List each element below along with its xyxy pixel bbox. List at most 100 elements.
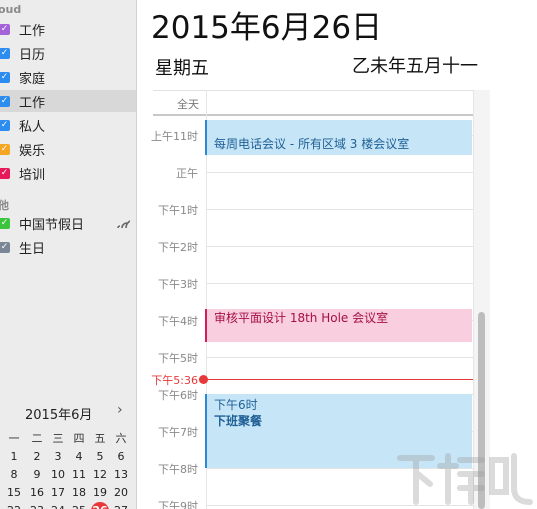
weekday-header: 二 — [31, 432, 43, 445]
current-time-dot — [199, 374, 208, 384]
mini-calendar-week: 8 9 10 11 12 13 — [0, 466, 136, 484]
weekday-header: 一 — [8, 432, 20, 445]
hour-line — [207, 208, 489, 210]
weekday-label: 星期五 — [155, 58, 209, 79]
hour-label: 下午5时 — [158, 351, 198, 365]
sidebar: oud ✓ 工作 ✓ 日历 ✓ 家庭 ✓ 工作 ✓ 私人 ✓ 娱乐 ✓ 培训 他 ✓ 中国节假日 ✓ 生日 20… — [0, 0, 137, 509]
mini-calendar-day[interactable]: 24 — [48, 502, 68, 509]
calendar-item-label: 工作 — [19, 23, 46, 39]
mini-calendar-day[interactable]: 16 — [27, 484, 47, 502]
hour-label: 下午1时 — [158, 203, 198, 217]
calendar-item-label: 生日 — [19, 241, 46, 257]
mini-calendar-day[interactable]: 19 — [90, 484, 110, 502]
mini-calendar-week: 15 16 17 18 19 20 — [0, 484, 136, 502]
checkbox[interactable]: ✓ — [0, 167, 10, 179]
hour-label: 正午 — [176, 166, 198, 180]
mini-calendar-day[interactable]: 27 — [111, 502, 131, 509]
checkbox[interactable]: ✓ — [0, 241, 10, 253]
mini-calendar-day[interactable]: 11 — [69, 466, 89, 484]
hour-label: 下午9时 — [158, 499, 198, 509]
checkbox[interactable]: ✓ — [0, 95, 10, 107]
hour-line — [207, 245, 489, 247]
date-title: 2015年6月26日 — [151, 10, 383, 46]
mini-calendar-day[interactable]: 12 — [90, 466, 110, 484]
calendar-item-label: 娱乐 — [19, 143, 46, 159]
calendar-item-label: 家庭 — [19, 71, 46, 87]
mini-calendar-day[interactable]: 8 — [4, 466, 24, 484]
all-day-label: 全天 — [177, 98, 199, 111]
mini-calendar-day[interactable]: 5 — [90, 448, 110, 466]
mini-calendar-week: 2223242526 27 — [0, 502, 136, 509]
checkbox[interactable]: ✓ — [0, 119, 10, 131]
mini-calendar-day[interactable]: 22 — [4, 502, 24, 509]
current-time-label: 下午5:36 — [151, 373, 198, 387]
weekday-header: 四 — [73, 432, 85, 445]
checkbox[interactable]: ✓ — [0, 217, 10, 229]
mini-calendar-day[interactable]: 13 — [111, 466, 131, 484]
calendar-item[interactable]: ✓ 私人 — [0, 114, 136, 136]
mini-calendar-day[interactable]: 9 — [27, 466, 47, 484]
mini-calendar-day[interactable]: 23 — [27, 502, 47, 509]
day-number: 26 — [92, 504, 107, 509]
hour-line — [207, 171, 489, 173]
mini-calendar-day[interactable]: 6 — [111, 448, 131, 466]
hour-label: 下午7时 — [158, 425, 198, 439]
checkbox[interactable]: ✓ — [0, 71, 10, 83]
group-header-other: 他 — [0, 197, 9, 213]
group-header-icloud: oud — [0, 3, 22, 16]
lunar-date: 乙未年五月十一 — [352, 56, 478, 77]
calendar-event[interactable]: 每周电话会议 - 所有区域 3 楼会议室 — [205, 119, 472, 155]
event-title: 审核平面设计 18th Hole 会议室 — [214, 311, 389, 326]
event-title: 下班聚餐 — [214, 413, 263, 428]
calendar-item[interactable]: ✓ 娱乐 — [0, 138, 136, 160]
hour-label: 下午4时 — [158, 314, 198, 328]
mini-calendar-day[interactable]: 10 — [48, 466, 68, 484]
hour-label: 下午6时 — [158, 388, 198, 402]
calendar-item[interactable]: ✓ 工作 — [0, 18, 136, 40]
calendar-item-label: 工作 — [19, 95, 46, 111]
day-view: 2015年6月26日 星期五 乙未年五月十一 全天 上午11时 正午 下午1时 下午2… — [137, 0, 537, 509]
current-time-line — [205, 378, 489, 380]
calendar-item[interactable]: ✓ 家庭 — [0, 66, 136, 88]
mini-calendar-day[interactable]: 4 — [69, 448, 89, 466]
calendar-item-label: 中国节假日 — [19, 217, 85, 233]
divider — [153, 90, 489, 91]
hour-label: 下午2时 — [158, 240, 198, 254]
hour-label: 下午3时 — [158, 277, 198, 291]
calendar-item-label: 私人 — [19, 119, 46, 135]
calendar-item[interactable]: ✓ 中国节假日 — [0, 212, 136, 234]
weekday-header: 三 — [52, 432, 64, 445]
hour-line — [207, 282, 489, 284]
mini-calendar-weekdays: 一二三四五六 — [0, 430, 136, 448]
event-time: 下午6时 — [214, 397, 258, 412]
weekday-header: 六 — [115, 432, 127, 445]
mini-calendar-title: 2015年6月 — [25, 408, 93, 423]
calendar-item[interactable]: ✓ 工作 — [0, 90, 136, 112]
hour-label: 下午8时 — [158, 462, 198, 476]
mini-calendar-day[interactable]: 20 — [111, 484, 131, 502]
watermark-logo — [397, 453, 533, 505]
mini-calendar-day[interactable]: 15 — [4, 484, 24, 502]
hour-line — [207, 356, 489, 358]
next-month-button[interactable]: › — [117, 402, 123, 418]
calendar-item[interactable]: ✓ 培训 — [0, 162, 136, 184]
mini-calendar-day[interactable]: 25 — [69, 502, 89, 509]
mini-calendar-day[interactable]: 17 — [48, 484, 68, 502]
checkbox[interactable]: ✓ — [0, 143, 10, 155]
mini-calendar-day[interactable]: 26 — [90, 502, 110, 509]
calendar-item[interactable]: ✓ 生日 — [0, 236, 136, 258]
weekday-header: 五 — [94, 432, 106, 445]
mini-calendar-day[interactable]: 3 — [48, 448, 68, 466]
event-title: 每周电话会议 - 所有区域 3 楼会议室 — [214, 136, 410, 151]
mini-calendar-day[interactable]: 1 — [4, 448, 24, 466]
wifi-icon — [117, 220, 130, 228]
mini-calendar-day[interactable]: 2 — [27, 448, 47, 466]
checkbox[interactable]: ✓ — [0, 23, 10, 35]
checkbox[interactable]: ✓ — [0, 47, 10, 59]
calendar-item-label: 日历 — [19, 47, 46, 63]
mini-calendar-day[interactable]: 18 — [69, 484, 89, 502]
calendar-item-label: 培训 — [19, 167, 46, 183]
calendar-item[interactable]: ✓ 日历 — [0, 42, 136, 64]
mini-calendar-week: 123456 — [0, 448, 136, 466]
calendar-event[interactable]: 审核平面设计 18th Hole 会议室 — [205, 309, 472, 342]
